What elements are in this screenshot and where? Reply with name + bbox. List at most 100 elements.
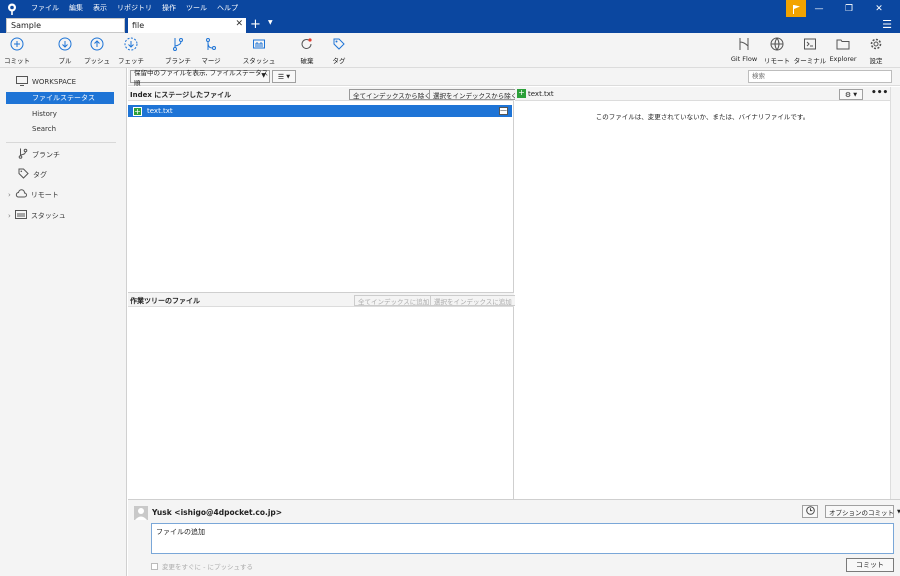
checkbox-box[interactable] <box>151 562 158 570</box>
settings-button[interactable]: 設定 <box>859 36 893 65</box>
push-label: プッシュ <box>84 57 110 65</box>
menu-bar: ファイル 編集 表示 リポジトリ 操作 ツール ヘルプ <box>26 0 243 17</box>
chevron-down-icon: ▼ <box>261 72 266 79</box>
push-button[interactable]: プッシュ <box>80 36 114 65</box>
list-icon: ☰ <box>277 72 285 81</box>
sidebar-group-label: タグ <box>33 170 47 179</box>
git-flow-button[interactable]: Git Flow <box>727 36 761 63</box>
terminal-label: ターミナル <box>793 57 827 65</box>
unstage-selected-button[interactable]: 選択をインデックスから除く <box>429 89 522 100</box>
stash-icon <box>251 36 267 52</box>
stage-all-button[interactable]: 全てインデックスに追加 <box>354 295 434 306</box>
explorer-button[interactable]: Explorer <box>826 36 860 63</box>
restore-icon[interactable]: ❐ <box>834 0 864 17</box>
workspace-label: WORKSPACE <box>32 78 77 86</box>
merge-button[interactable]: マージ <box>194 36 228 65</box>
file-filter-value: 保留中のファイルを表示, ファイルステータス順 <box>134 68 269 87</box>
chevron-right-icon[interactable]: › <box>8 212 11 220</box>
stage-selected-button[interactable]: 選択をインデックスに追加 <box>430 295 516 306</box>
commit-history-button[interactable] <box>802 505 818 518</box>
tab-label: Sample <box>11 21 41 30</box>
menu-file[interactable]: ファイル <box>26 0 64 17</box>
tab-file[interactable]: file ✕ <box>128 18 246 33</box>
commit-options-label: オプションのコミット <box>829 508 894 517</box>
unstage-all-button[interactable]: 全てインデックスから除く <box>349 89 435 100</box>
sidebar-group-label: スタッシュ <box>30 211 66 220</box>
remote-label: リモート <box>764 57 790 65</box>
workspace-header: WORKSPACE <box>16 76 76 88</box>
push-immediately-checkbox[interactable]: 変更をすぐに - にプッシュする <box>151 561 253 571</box>
sidebar-group-tags[interactable]: タグ <box>18 168 47 181</box>
stash-button[interactable]: スタッシュ <box>242 36 276 65</box>
sidebar-item-label: Search <box>32 125 57 133</box>
branch-icon <box>170 36 186 52</box>
tag-button[interactable]: タグ <box>322 36 356 65</box>
tab-sample[interactable]: Sample <box>6 18 125 33</box>
sidebar-group-branches[interactable]: ブランチ <box>18 148 60 161</box>
file-filter-select[interactable]: 保留中のファイルを表示, ファイルステータス順 ▼ <box>130 69 270 87</box>
diff-pane: + text.txt ⚙ ▼ ••• このファイルは、変更されていないか、または、… <box>515 87 890 499</box>
commit-options-select[interactable]: オプションのコミット ▼ <box>825 505 900 518</box>
menu-tools[interactable]: ツール <box>181 0 212 17</box>
diff-header: + text.txt ⚙ ▼ ••• <box>515 87 890 101</box>
branch-label: ブランチ <box>165 57 191 65</box>
sidebar-group-label: リモート <box>30 190 59 199</box>
menu-view[interactable]: 表示 <box>88 0 112 17</box>
sidebar-group-stashes[interactable]: › スタッシュ <box>8 210 66 221</box>
view-mode-toggle[interactable]: ☰ ▼ <box>272 70 296 83</box>
commit-submit-button[interactable]: コミット <box>846 558 894 572</box>
menu-actions[interactable]: 操作 <box>157 0 181 17</box>
clock-icon <box>805 506 815 517</box>
terminal-button[interactable]: ターミナル <box>793 36 827 65</box>
sidebar-item-file-status[interactable]: ファイルステータス <box>6 92 114 104</box>
sidebar-item-search[interactable]: Search <box>6 123 114 135</box>
tag-label: タグ <box>332 57 346 65</box>
terminal-icon <box>802 36 818 52</box>
fetch-button[interactable]: フェッチ <box>114 36 148 65</box>
menu-help[interactable]: ヘルプ <box>212 0 243 17</box>
commit-message-field[interactable]: ファイルの追加 <box>151 523 894 554</box>
branch-icon <box>18 148 28 161</box>
commit-label: コミット <box>4 57 30 65</box>
file-panes: Index にステージしたファイル 全てインデックスから除く 選択をインデックス… <box>128 87 522 499</box>
pull-button[interactable]: プル <box>48 36 82 65</box>
chevron-right-icon[interactable]: › <box>8 191 11 199</box>
hamburger-menu-icon[interactable]: ☰ <box>882 19 892 31</box>
tag-icon <box>18 168 29 181</box>
add-tab-icon[interactable]: + <box>250 17 261 32</box>
tab-close-icon[interactable]: ✕ <box>235 19 243 29</box>
flag-icon[interactable] <box>786 0 806 17</box>
staged-file-row[interactable]: + text.txt — <box>128 105 512 117</box>
menu-edit[interactable]: 編集 <box>64 0 88 17</box>
toolbar: コミット プル プッシュ フェッチ ブランチ マージ スタッシュ 破棄 タグ G… <box>0 33 900 68</box>
staged-file-name: text.txt <box>147 107 173 115</box>
more-options-icon[interactable]: ••• <box>871 88 888 98</box>
git-flow-icon <box>736 36 752 52</box>
branch-button[interactable]: ブランチ <box>161 36 195 65</box>
diff-options-button[interactable]: ⚙ ▼ <box>839 89 863 100</box>
sidebar-item-history[interactable]: History <box>6 108 114 120</box>
chevron-down-icon: ▼ <box>286 73 291 80</box>
avatar <box>134 506 148 520</box>
close-icon[interactable]: ✕ <box>864 0 894 17</box>
diff-file: + text.txt <box>517 89 554 98</box>
vertical-scrollbar[interactable] <box>890 87 900 499</box>
commit-button[interactable]: コミット <box>0 36 34 65</box>
sidebar-item-label: History <box>32 110 57 118</box>
diff-message: このファイルは、変更されていないか、または、バイナリファイルです。 <box>595 113 810 121</box>
git-flow-label: Git Flow <box>730 55 758 63</box>
stash-icon <box>14 210 27 221</box>
monitor-icon <box>16 76 28 88</box>
tab-dropdown-icon[interactable]: ▼ <box>268 19 273 26</box>
tag-icon <box>331 36 347 52</box>
menu-repository[interactable]: リポジトリ <box>112 0 157 17</box>
remote-button[interactable]: リモート <box>760 36 794 65</box>
tab-label: file <box>132 21 145 30</box>
search-input[interactable] <box>748 70 892 83</box>
discard-button[interactable]: 破棄 <box>290 36 324 65</box>
unstage-file-checkbox[interactable]: — <box>499 107 508 115</box>
minimize-icon[interactable]: — <box>804 0 834 17</box>
file-added-icon: + <box>517 88 526 98</box>
settings-label: 設定 <box>869 57 883 65</box>
sidebar-group-remotes[interactable]: › リモート <box>8 189 59 200</box>
